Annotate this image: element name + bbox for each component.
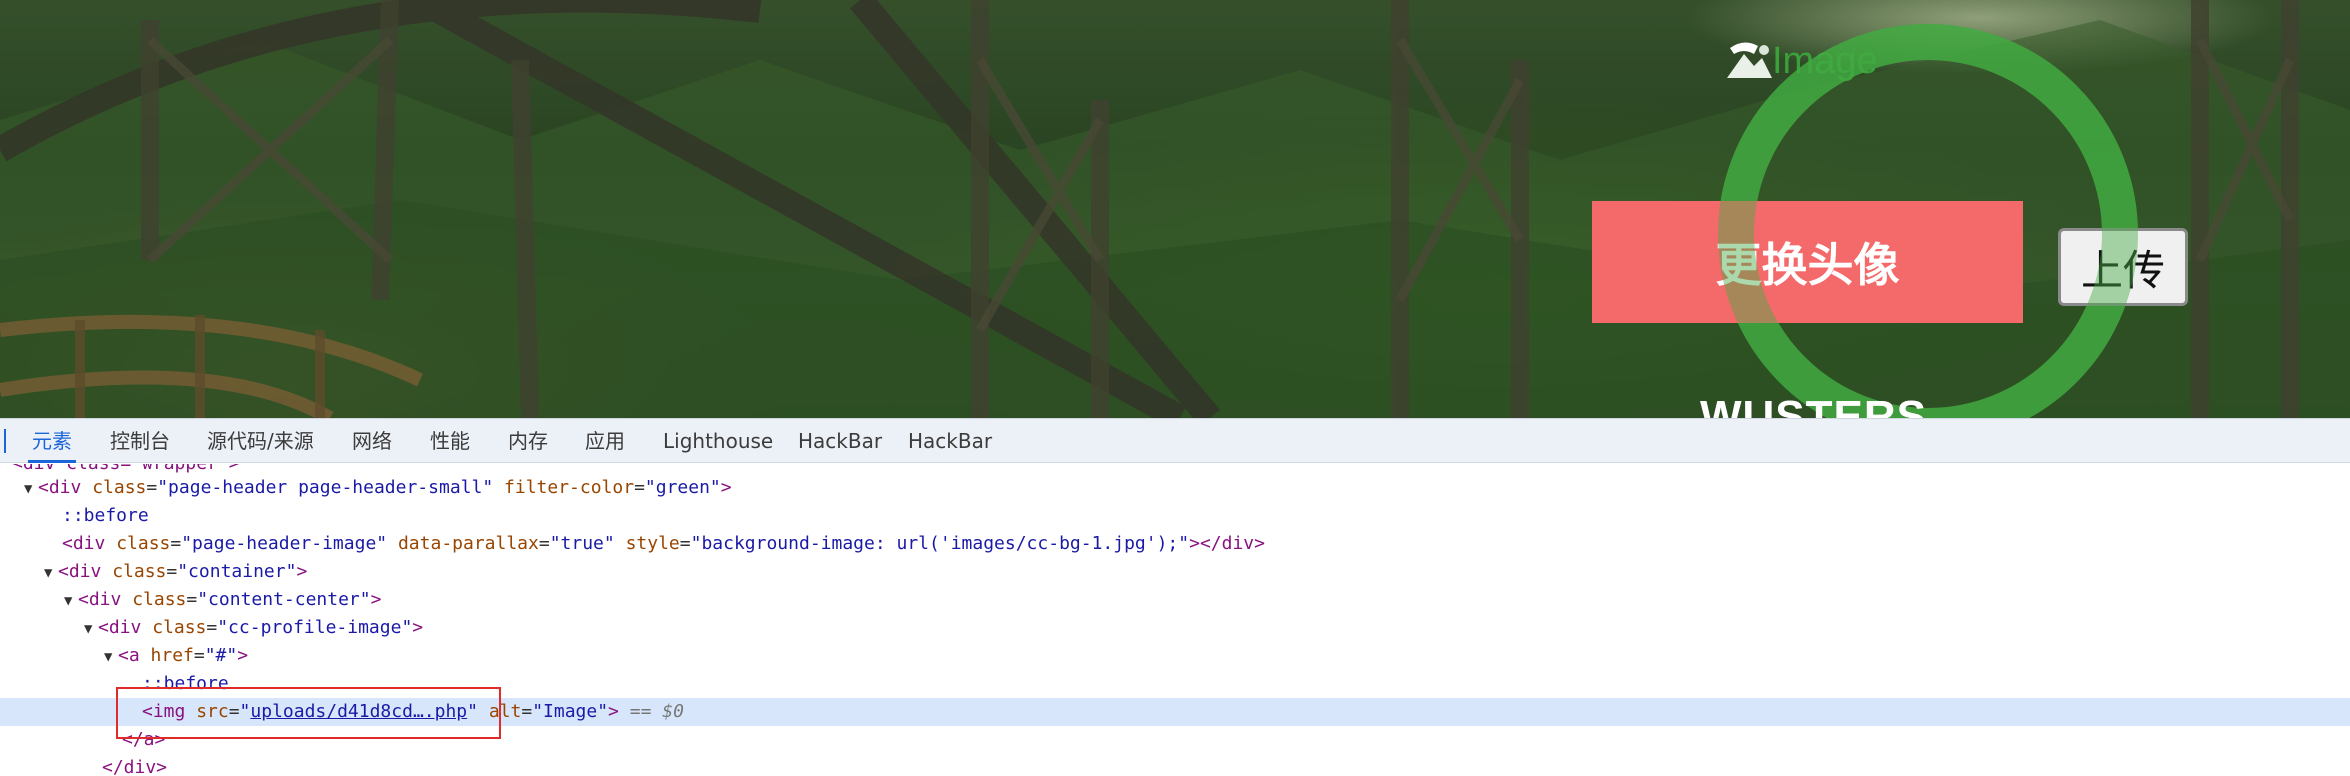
attr-value: "content-center" bbox=[197, 589, 371, 610]
tab-console[interactable]: 控制台 bbox=[110, 419, 170, 463]
tag-close: ></div> bbox=[1189, 533, 1265, 554]
attr-value: "background-image: url('images/cc-bg-1.j… bbox=[690, 533, 1190, 554]
tag-open: <div bbox=[78, 589, 133, 610]
attr-value: "#" bbox=[204, 645, 238, 666]
pseudo-element: ::before bbox=[142, 673, 229, 694]
tab-hackbar-2[interactable]: HackBar bbox=[908, 419, 992, 463]
tree-row[interactable]: ▼ <div class="page-header page-header-sma… bbox=[0, 474, 2350, 502]
attr-value: "Image" bbox=[532, 701, 609, 722]
tag-close: > bbox=[720, 477, 732, 498]
tag-close: > bbox=[370, 589, 382, 610]
tag-open: <div bbox=[38, 477, 93, 498]
tag-close: > bbox=[237, 645, 249, 666]
tag-close: > bbox=[412, 617, 424, 638]
collapse-triangle-icon[interactable]: ▼ bbox=[24, 475, 38, 503]
tree-row[interactable]: ::before bbox=[0, 502, 2350, 530]
console-reference: == $0 bbox=[629, 701, 684, 722]
change-avatar-button[interactable]: 更换头像 bbox=[1592, 201, 2023, 323]
tree-row[interactable]: </a> bbox=[0, 726, 2350, 754]
tag-open: <div bbox=[62, 533, 117, 554]
dom-tree: <div class="wrapper"> ▼<div class="page-… bbox=[0, 464, 2350, 776]
attr-name: href bbox=[150, 645, 194, 666]
tag-close: > bbox=[608, 701, 619, 722]
tag-close: > bbox=[296, 561, 308, 582]
page-header: Image 更换头像 上传 WUSTERS bbox=[0, 0, 2350, 418]
collapse-triangle-icon[interactable]: ▼ bbox=[44, 559, 58, 587]
tree-row[interactable]: ▼ <a href="#"> bbox=[0, 642, 2350, 670]
attr-name: class bbox=[152, 617, 207, 638]
attr-value: "container" bbox=[177, 561, 297, 582]
tab-memory[interactable]: 内存 bbox=[508, 419, 548, 463]
attr-value: "green" bbox=[644, 477, 721, 498]
tree-row[interactable]: ▼ <div class="content-center"> bbox=[0, 586, 2350, 614]
tab-lighthouse[interactable]: Lighthouse bbox=[663, 419, 773, 463]
tab-sources[interactable]: 源代码/来源 bbox=[207, 419, 314, 463]
tab-application[interactable]: 应用 bbox=[585, 419, 625, 463]
tab-elements[interactable]: 元素 bbox=[28, 419, 76, 463]
tree-row[interactable]: ▼ <div class="cc-profile-image"> bbox=[0, 614, 2350, 642]
collapse-triangle-icon[interactable]: ▼ bbox=[64, 587, 78, 615]
collapse-triangle-icon[interactable]: ▼ bbox=[104, 643, 118, 671]
tag-open: <a bbox=[118, 645, 151, 666]
attr-name: data-parallax bbox=[397, 533, 539, 554]
tab-hackbar-1[interactable]: HackBar bbox=[798, 419, 882, 463]
attr-name: style bbox=[625, 533, 680, 554]
attr-quote: " bbox=[467, 701, 478, 722]
attr-name: filter-color bbox=[504, 477, 635, 498]
tag-close: </div> bbox=[102, 757, 168, 776]
attr-value: "page-header page-header-small" bbox=[157, 477, 494, 498]
attr-value: "cc-profile-image" bbox=[217, 617, 413, 638]
tag-open: <div bbox=[58, 561, 113, 582]
tab-network[interactable]: 网络 bbox=[352, 419, 392, 463]
tree-row[interactable]: </div> bbox=[0, 754, 2350, 776]
attr-name: class bbox=[132, 589, 187, 610]
attr-quote: " bbox=[239, 701, 251, 722]
tag-open: <img bbox=[142, 701, 197, 722]
pseudo-element: ::before bbox=[62, 505, 149, 526]
img-src-link[interactable]: uploads/d41d8cd….php bbox=[250, 701, 467, 722]
tag-open: <div bbox=[98, 617, 153, 638]
profile-image[interactable]: Image bbox=[1724, 36, 1914, 86]
devtools-panel: 元素 控制台 源代码/来源 网络 性能 内存 应用 Lighthouse Hac… bbox=[0, 418, 2350, 776]
tag-close: </a> bbox=[122, 729, 166, 750]
attr-value: "true" bbox=[549, 533, 615, 554]
tree-row[interactable]: ▼ <div class="container"> bbox=[0, 558, 2350, 586]
attr-value: "page-header-image" bbox=[181, 533, 388, 554]
upload-button[interactable]: 上传 bbox=[2058, 228, 2188, 306]
collapse-triangle-icon[interactable]: ▼ bbox=[84, 615, 98, 643]
broken-image-icon bbox=[1727, 42, 1772, 78]
image-alt-text: Image bbox=[1772, 40, 1878, 82]
tabbar-edge-marker bbox=[4, 429, 6, 453]
attr-name: class bbox=[92, 477, 147, 498]
tree-node-text: <div class="wrapper"> bbox=[12, 464, 240, 474]
tree-row[interactable]: <div class="page-header-image" data-para… bbox=[0, 530, 2350, 558]
devtools-tabbar: 元素 控制台 源代码/来源 网络 性能 内存 应用 Lighthouse Hac… bbox=[0, 419, 2350, 463]
tab-performance[interactable]: 性能 bbox=[430, 419, 470, 463]
attr-name: src bbox=[196, 701, 229, 722]
attr-name: class bbox=[112, 561, 167, 582]
attr-name: alt bbox=[488, 701, 522, 722]
username-title: WUSTERS bbox=[1700, 392, 1927, 418]
attr-name: class bbox=[116, 533, 171, 554]
tree-row-selected[interactable]: <img src="uploads/d41d8cd….php" alt="Ima… bbox=[0, 698, 2350, 726]
tree-row[interactable]: ::before bbox=[0, 670, 2350, 698]
